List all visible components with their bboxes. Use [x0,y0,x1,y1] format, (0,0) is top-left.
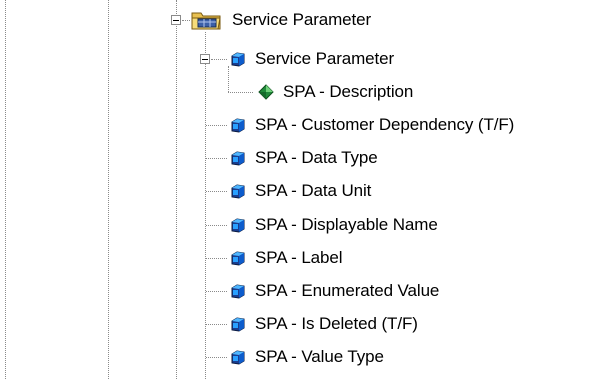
entity-cube-icon [231,118,245,133]
tree-node-attribute[interactable]: SPA - Label [229,246,343,270]
tree-view: Service Parameter Service Parameter SPA … [0,0,600,379]
tree-node-attribute[interactable]: SPA - Is Deleted (T/F) [229,312,418,336]
entity-cube-icon [231,151,245,166]
tree-node-label: SPA - Data Unit [255,181,372,200]
tree-node-root[interactable]: Service Parameter [190,8,371,32]
tree-node-label: SPA - Enumerated Value [255,281,440,300]
tree-guide-line [176,0,177,14]
tree-guide-line [5,0,6,379]
tree-node-label: SPA - Label [255,248,343,267]
tree-connector [206,357,227,358]
entity-cube-icon [231,284,245,299]
collapse-toggle[interactable] [171,15,181,25]
tree-node-label: SPA - Description [283,82,414,101]
tree-node-label: Service Parameter [232,10,372,29]
tree-node-key-attribute[interactable]: SPA - Description [257,80,413,104]
tree-node-label: SPA - Customer Dependency (T/F) [255,115,515,134]
tree-node-entity[interactable]: Service Parameter [229,47,394,71]
tree-connector [206,258,227,259]
tree-connector [206,324,227,325]
tree-node-label: SPA - Data Type [255,148,378,167]
tree-node-label: SPA - Value Type [255,347,384,366]
tree-guide-line [176,26,177,379]
tree-node-label: SPA - Is Deleted (T/F) [255,314,418,333]
tree-node-attribute[interactable]: SPA - Data Type [229,146,378,170]
tree-connector [206,191,227,192]
tree-node-attribute[interactable]: SPA - Displayable Name [229,213,438,237]
entity-cube-icon [231,218,245,233]
tree-connector [228,92,253,93]
tree-connector [206,291,227,292]
entity-cube-icon [231,52,245,67]
tree-node-attribute[interactable]: SPA - Enumerated Value [229,279,439,303]
entity-cube-icon [231,184,245,199]
entity-cube-icon [231,350,245,365]
entity-cube-icon [231,251,245,266]
entity-cube-icon [231,317,245,332]
tree-connector [182,20,190,21]
tree-connector [206,158,227,159]
tree-guide-line [205,32,206,379]
tree-node-attribute[interactable]: SPA - Customer Dependency (T/F) [229,113,514,137]
tree-node-attribute[interactable]: SPA - Value Type [229,345,384,369]
tree-node-label: Service Parameter [255,49,395,68]
tree-node-label: SPA - Displayable Name [255,215,438,234]
tree-connector [211,59,227,60]
collapse-toggle[interactable] [200,54,210,64]
tree-connector [206,125,227,126]
green-diamond-key-icon [258,84,274,100]
tree-connector [206,225,227,226]
tree-guide-line [108,0,109,379]
tree-node-attribute[interactable]: SPA - Data Unit [229,179,371,203]
folder-with-table-icon [191,12,221,30]
